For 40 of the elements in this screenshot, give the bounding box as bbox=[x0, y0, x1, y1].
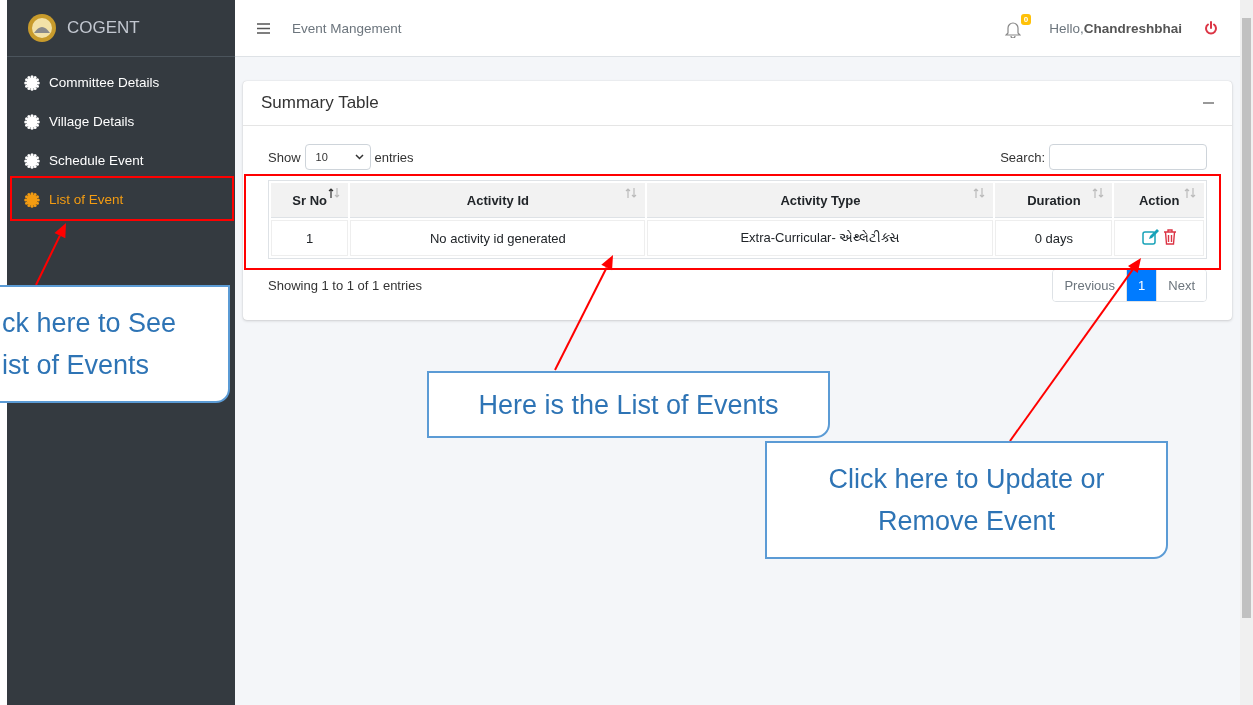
column-header[interactable]: Sr No bbox=[271, 183, 349, 218]
page-button[interactable]: Next bbox=[1156, 270, 1206, 301]
sidebar-item[interactable]: Committee Details bbox=[7, 63, 235, 102]
page-title: Event Mangement bbox=[292, 20, 403, 36]
collapse-icon[interactable] bbox=[1203, 101, 1214, 105]
callout: Here is the List of Events bbox=[427, 371, 830, 438]
entries-label: entries bbox=[374, 149, 414, 165]
entries-select[interactable]: 10 bbox=[304, 144, 371, 170]
greeting: Hello,Chandreshbhai bbox=[1049, 20, 1182, 36]
search-label: Search: bbox=[1000, 149, 1045, 165]
table-cell: No activity id generated bbox=[350, 220, 646, 256]
power-icon[interactable] bbox=[1204, 21, 1218, 35]
brand-name: COGENT bbox=[67, 18, 140, 38]
bell-icon[interactable] bbox=[1005, 20, 1022, 38]
sidebar-item[interactable]: List of Event bbox=[7, 180, 235, 219]
show-label: Show bbox=[268, 149, 301, 165]
sidebar-item[interactable]: Village Details bbox=[7, 102, 235, 141]
table-cell: 1 bbox=[271, 220, 349, 256]
search-field[interactable] bbox=[1049, 144, 1207, 170]
column-header[interactable]: Action bbox=[1114, 183, 1204, 218]
trash-icon[interactable] bbox=[1162, 228, 1177, 245]
table-info: Showing 1 to 1 of 1 entries bbox=[268, 278, 422, 293]
column-header[interactable]: Activity Type bbox=[647, 183, 994, 218]
chevron-icon bbox=[354, 154, 364, 160]
page-button[interactable]: 1 bbox=[1126, 270, 1157, 301]
card-title: Summary Table bbox=[261, 93, 379, 113]
logo-icon bbox=[27, 13, 57, 43]
callout: ck here to See ist of Events bbox=[0, 285, 230, 403]
scrollbar[interactable] bbox=[1240, 0, 1253, 705]
table-cell: Extra-Curricular- એથ્લેટીક્સ bbox=[647, 220, 994, 256]
edit-icon[interactable] bbox=[1141, 228, 1160, 245]
menu-icon[interactable] bbox=[257, 22, 270, 34]
callout: Click here to Update or Remove Event bbox=[765, 441, 1168, 559]
sidebar-item[interactable]: Schedule Event bbox=[7, 141, 235, 180]
column-header[interactable]: Duration bbox=[995, 183, 1113, 218]
notification-count: 0 bbox=[1020, 14, 1032, 25]
pointer-arrow bbox=[35, 223, 66, 286]
sort-icon[interactable] bbox=[328, 187, 341, 199]
table-cell: 0 days bbox=[995, 220, 1113, 256]
column-header[interactable]: Activity Id bbox=[350, 183, 646, 218]
